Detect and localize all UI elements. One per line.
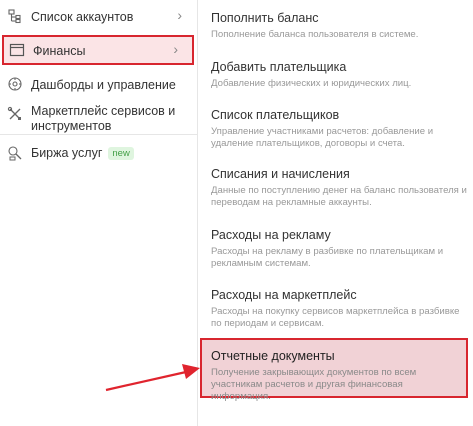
annotation-arrow (105, 364, 200, 392)
